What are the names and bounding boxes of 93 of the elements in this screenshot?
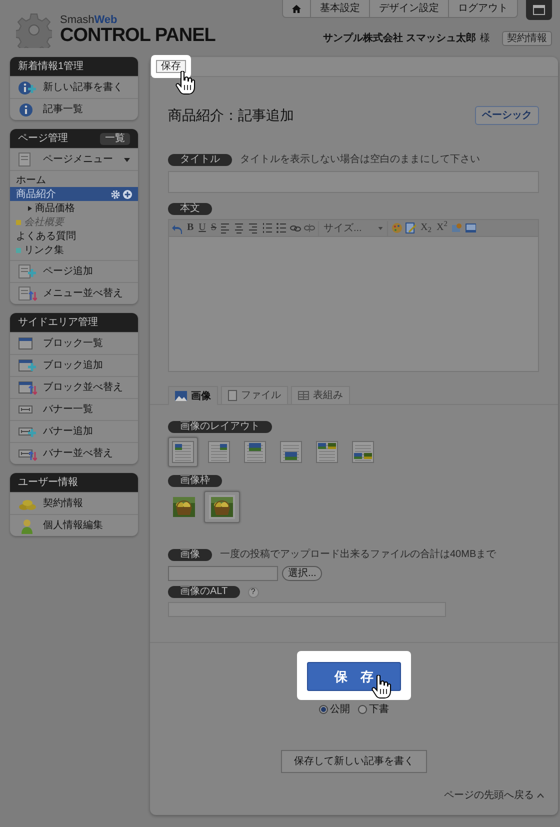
bullet-icon (28, 206, 32, 210)
sidebar-link[interactable]: ページ追加 (10, 260, 138, 282)
field-label: タイトル (168, 154, 232, 166)
layout-option[interactable] (168, 437, 198, 467)
save-button[interactable]: 保存 (156, 60, 186, 73)
tab[interactable]: 表組み (291, 386, 350, 404)
script-button[interactable]: X$_{2}$ (419, 222, 432, 234)
nav-link[interactable]: デザイン設定 (369, 0, 448, 17)
product-name: CONTROL PANEL (60, 26, 216, 45)
info-add-icon (18, 80, 37, 96)
layout-icon (280, 441, 302, 463)
sidebar-link[interactable]: 個人情報編集 (10, 514, 138, 536)
sidebar-link[interactable]: ブロック一覧 (10, 332, 138, 354)
basic-mode-button[interactable]: ベーシック (475, 106, 539, 125)
file-icon (228, 390, 237, 401)
palette-icon[interactable] (391, 222, 402, 234)
window-button[interactable] (526, 0, 552, 20)
tab[interactable]: 画像 (168, 386, 218, 405)
honorific: 様 (480, 32, 490, 46)
nav-link[interactable]: ログアウト (448, 0, 517, 17)
sidebar-link[interactable]: メニュー並べ替え (10, 282, 138, 304)
align-left-icon[interactable] (220, 222, 232, 234)
sidebar-link[interactable]: 契約情報 (10, 492, 138, 514)
align-center-icon[interactable] (234, 222, 246, 234)
panel-title: サイドエリア管理 (18, 316, 98, 330)
radio-option[interactable]: 下書 (358, 702, 389, 717)
sidebar-link[interactable]: バナー一覧 (10, 398, 138, 420)
page-sort-icon (18, 286, 37, 302)
panel-title: ページ管理 (18, 132, 68, 146)
field-label: 画像のALT (168, 586, 240, 598)
caret-icon (124, 158, 130, 162)
layout-icon (316, 441, 338, 463)
tree-item[interactable]: 商品価格 (10, 201, 138, 215)
tab[interactable]: ファイル (221, 386, 288, 404)
tree-item[interactable]: 商品紹介 (10, 187, 138, 201)
help-icon[interactable]: ? (248, 586, 259, 598)
bullet-list-icon[interactable] (276, 222, 288, 234)
script-button[interactable]: X$^{2}$ (435, 222, 448, 234)
align-right-icon[interactable] (248, 222, 260, 234)
window-add-icon (18, 358, 37, 374)
sidebar-link[interactable]: バナー追加 (10, 420, 138, 442)
contract-button[interactable]: 契約情報 (502, 31, 552, 46)
list-button[interactable]: 一覧 (100, 132, 130, 144)
radio-option[interactable]: 公開 (319, 702, 350, 717)
tree-item[interactable]: リンク集 (10, 243, 138, 257)
layout-icon (352, 441, 374, 463)
field-hint: タイトルを表示しない場合は空白のままにして下さい (240, 152, 480, 167)
gear-icon (111, 190, 120, 198)
file-path-input[interactable] (168, 566, 278, 581)
field-label: 本文 (168, 203, 212, 215)
sidebar-link[interactable]: 記事一覧 (10, 98, 138, 120)
user-name: サンプル株式会社 スマッシュ太郎 (323, 31, 476, 46)
field-label: 画像 (168, 548, 212, 560)
sidebar-link[interactable]: ブロック並べ替え (10, 376, 138, 398)
layout-icon (244, 441, 266, 463)
field-label: 画像枠 (168, 475, 222, 487)
page-menu-select[interactable]: ページメニュー (10, 148, 138, 170)
numbered-list-icon[interactable] (262, 222, 274, 234)
media-icon[interactable] (465, 222, 476, 234)
panel-title: ユーザー情報 (18, 476, 78, 490)
back-to-top-link[interactable]: ページの先頭へ戻る (444, 788, 544, 803)
page-add-icon (18, 264, 37, 280)
layout-icon (208, 441, 230, 463)
window-icon (533, 5, 545, 15)
sidebar-link[interactable]: 新しい記事を書く (10, 76, 138, 98)
add-icon (123, 190, 132, 198)
frame-option[interactable] (204, 491, 240, 523)
tree-item[interactable]: ホーム (10, 173, 138, 187)
tree-item[interactable]: よくある質問 (10, 229, 138, 243)
sidebar-link[interactable]: バナー並べ替え (10, 442, 138, 464)
gear-logo-icon (16, 12, 52, 48)
sidebar-link[interactable]: ブロック追加 (10, 354, 138, 376)
browse-button[interactable]: 選択... (282, 566, 322, 581)
bold-button[interactable]: B (186, 222, 195, 234)
layout-icon (172, 441, 194, 463)
image-icon (175, 391, 187, 401)
save-and-new-button[interactable]: 保存して新しい記事を書く (281, 750, 427, 773)
table-icon (298, 391, 309, 400)
panel-title: 新着情報1管理 (18, 60, 84, 74)
caret-up-icon (537, 793, 544, 798)
home-icon (292, 4, 301, 13)
document-edit-icon[interactable] (405, 222, 416, 234)
nav-link[interactable]: 基本設定 (310, 0, 369, 17)
strikethrough-button[interactable]: S (210, 222, 218, 234)
field-label: 画像のレイアウト (168, 421, 272, 433)
page-heading: 商品紹介：記事追加 (168, 106, 294, 125)
caret-icon (378, 226, 384, 230)
field-hint: 一度の投稿でアップロード出来るファイルの合計は40MBまで (220, 548, 496, 562)
brand-name: SmashWeb (60, 15, 118, 26)
underline-button[interactable]: U (198, 222, 207, 234)
unlink-icon[interactable] (304, 222, 316, 234)
window-sort-icon (18, 380, 37, 396)
font-size-select[interactable]: サイズ... (318, 220, 388, 236)
